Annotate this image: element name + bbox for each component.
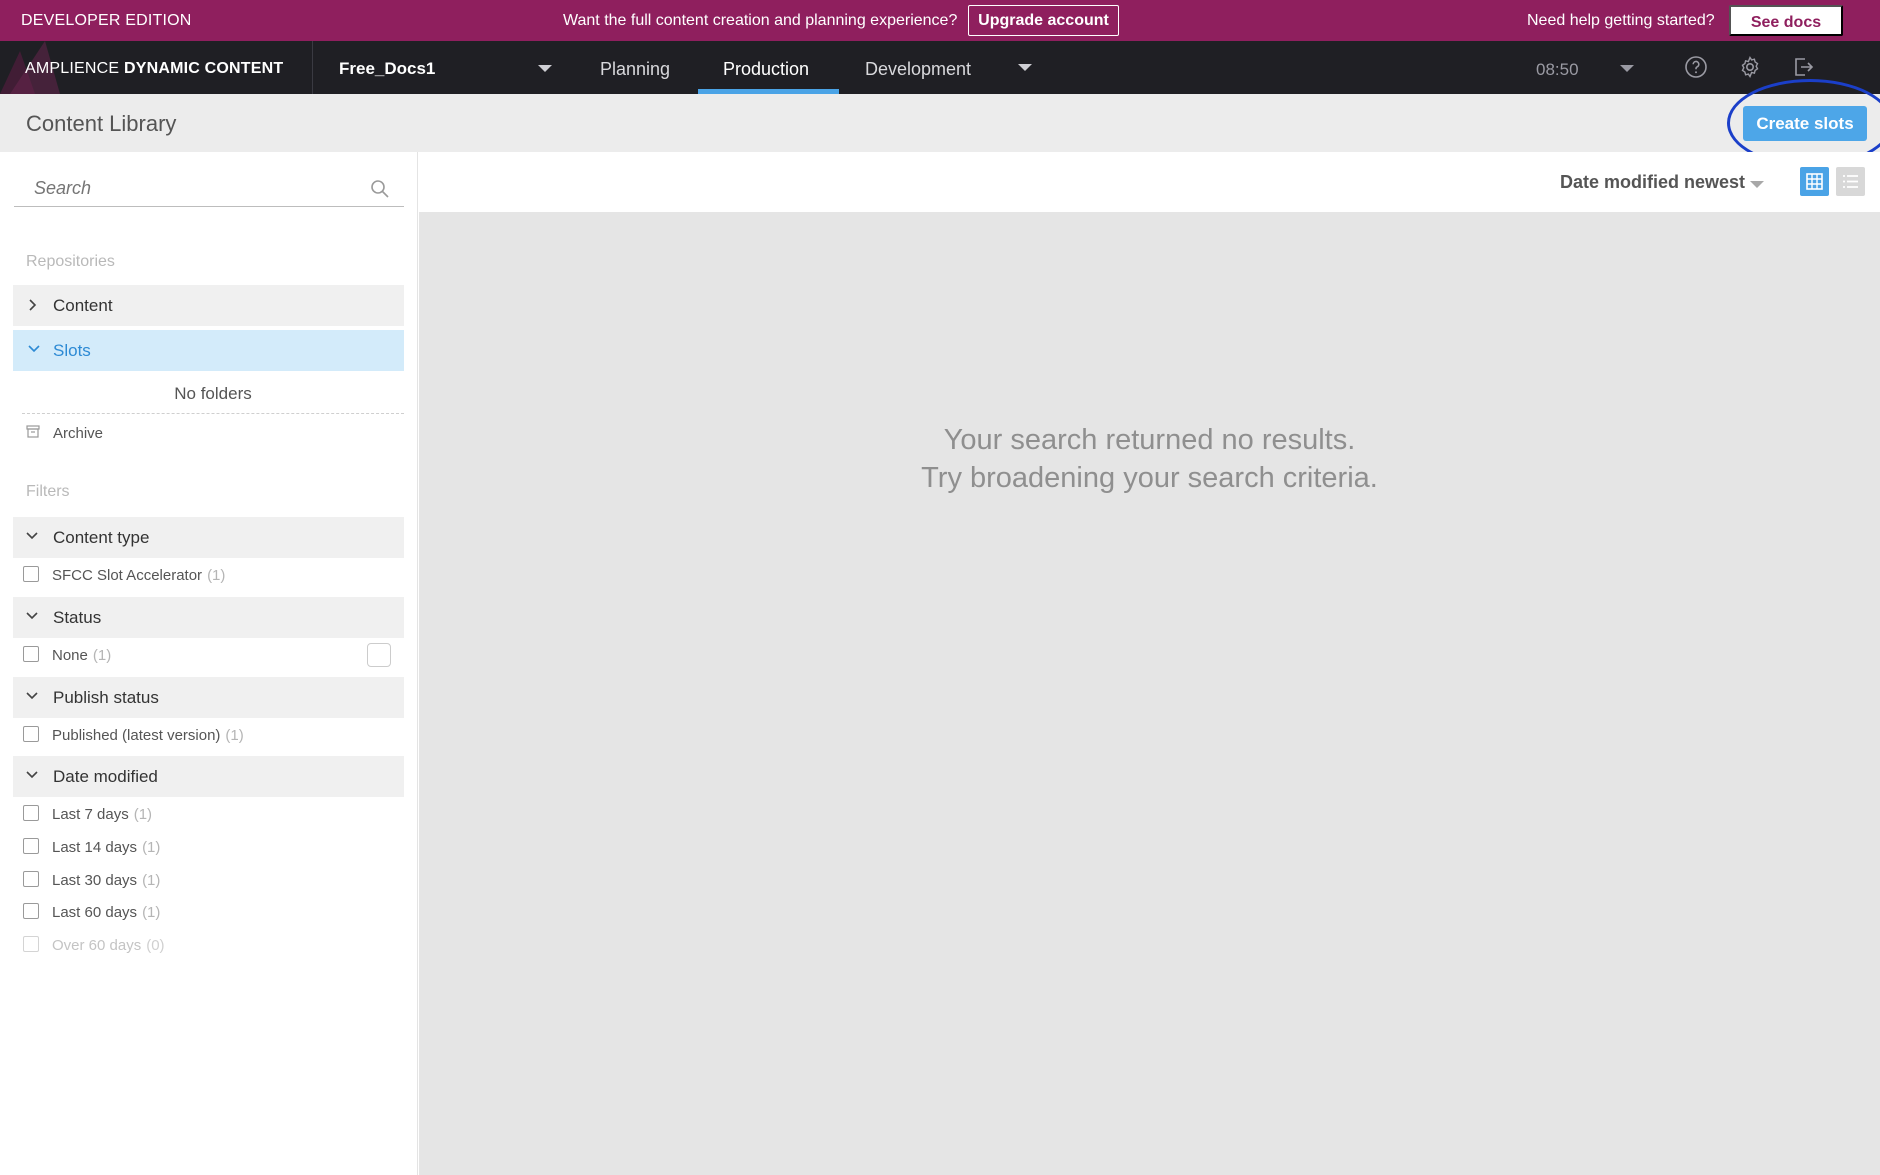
filter-date-modified[interactable]: Date modified [13,756,404,797]
status-color-swatch [367,643,391,667]
option-label: Last 30 days [52,872,138,889]
option-count: (1) [142,904,161,921]
chevron-down-icon [26,612,38,620]
chevron-down-icon [26,532,38,540]
option-label: Last 7 days [52,806,129,823]
archive-icon [26,425,40,438]
filters-label: Filters [26,483,70,500]
sort-label: Date modified newest [1560,172,1746,192]
checkbox[interactable] [23,726,39,742]
option-label: Last 60 days [52,904,138,921]
filter-heading: Publish status [53,688,159,707]
checkbox[interactable] [23,805,39,821]
logout-icon[interactable] [1791,55,1815,79]
option-count: (1) [207,567,226,584]
grid-icon [1806,173,1823,190]
hub-selector[interactable]: Free_Docs1 [339,59,435,79]
checkbox[interactable] [23,646,39,662]
repository-label: Slots [53,341,91,360]
results-toolbar: Date modified newest [419,152,1880,212]
chevron-down-icon [26,692,38,700]
promo-message: Want the full content creation and plann… [563,12,958,29]
option-count: (1) [92,647,112,664]
option-label: Last 14 days [52,839,138,856]
grid-view-button[interactable] [1800,167,1829,196]
edition-label: DEVELOPER EDITION [21,12,192,29]
option-count: (1) [142,872,161,889]
create-slots-button[interactable]: Create slots [1743,106,1867,141]
brand-bold: DYNAMIC CONTENT [123,60,284,77]
option-count: (1) [133,806,153,823]
upgrade-account-button[interactable]: Upgrade account [968,5,1119,36]
option-count: (1) [142,839,161,856]
repository-label: Content [53,296,113,315]
development-chevron-down-icon[interactable] [1018,64,1032,71]
time-display[interactable]: 08:50 [1536,60,1579,80]
filter-heading: Content type [53,528,150,547]
sort-chevron-down-icon [1750,181,1764,188]
sidebar: Repositories Content Slots No folders Ar… [0,152,418,1175]
help-text: Need help getting started? [1527,12,1715,29]
help-icon[interactable] [1684,55,1708,79]
checkbox[interactable] [23,871,39,887]
checkbox[interactable] [23,566,39,582]
time-chevron-down-icon[interactable] [1620,65,1634,72]
no-folders-message: No folders [22,384,404,414]
filter-heading: Status [53,608,102,627]
chevron-down-icon [28,345,40,353]
promo-banner: DEVELOPER EDITION Want the full content … [0,0,1880,41]
nav-divider [312,41,313,94]
archive-label: Archive [53,425,104,442]
option-label: SFCC Slot Accelerator [52,567,203,584]
option-label: None [52,647,88,664]
search-bar [14,171,404,207]
chevron-down-icon [26,771,38,779]
see-docs-button[interactable]: See docs [1729,5,1843,36]
brand-logo[interactable]: AMPLIENCE DYNAMIC CONTENT [25,60,283,78]
checkbox[interactable] [23,838,39,854]
empty-message: Your search returned no results. [943,424,1356,456]
option-label: Over 60 days [52,937,142,954]
content-library-header: Content Library Create slots [0,79,1880,167]
page-title: Content Library [26,111,177,136]
hub-chevron-down-icon[interactable] [538,65,552,72]
repository-slots[interactable]: Slots [13,330,404,371]
filter-heading: Date modified [53,767,158,786]
option-count: (0) [146,937,165,954]
tab-production[interactable]: Production [723,59,809,80]
search-icon[interactable] [370,179,390,199]
empty-hint: Try broadening your search criteria. [921,462,1378,494]
filter-publish-status[interactable]: Publish status [13,677,404,718]
list-view-button[interactable] [1836,167,1865,196]
search-input[interactable] [14,171,354,205]
brand-light: AMPLIENCE [25,60,120,77]
sort-dropdown[interactable]: Date modified newest [1560,172,1764,193]
empty-state: Your search returned no results. Try bro… [419,421,1880,497]
list-icon [1843,175,1858,188]
checkbox[interactable] [23,903,39,919]
filter-content-type[interactable]: Content type [13,517,404,558]
repository-content[interactable]: Content [13,285,404,326]
results-area: Your search returned no results. Try bro… [419,212,1880,1175]
tab-planning[interactable]: Planning [600,59,670,80]
option-count: (1) [225,727,244,744]
main-nav: AMPLIENCE DYNAMIC CONTENT Free_Docs1 Pla… [0,41,1880,94]
filter-status[interactable]: Status [13,597,404,638]
chevron-right-icon [29,299,37,311]
repositories-label: Repositories [26,253,115,270]
archive-link[interactable]: Archive [26,425,103,442]
option-label: Published (latest version) [52,727,221,744]
checkbox [23,936,39,952]
tab-development[interactable]: Development [865,59,971,80]
gear-icon[interactable] [1738,55,1762,79]
